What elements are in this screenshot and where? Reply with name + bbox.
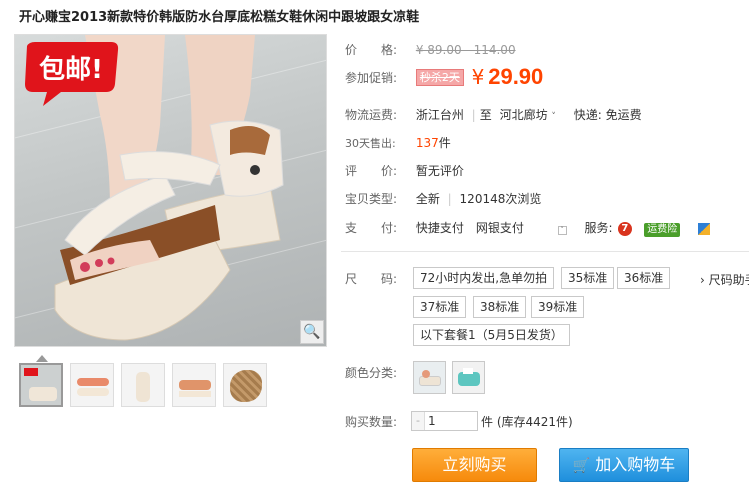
price-label: 价 格: (345, 43, 398, 57)
payment-row: 支 付: 快捷支付 网银支付 ˅ 服务: 7 运费险 (345, 219, 711, 237)
main-product-image[interactable]: 包邮! 🔍 (14, 34, 327, 347)
item-type-label: 宝贝类型: (345, 192, 398, 206)
quantity-input[interactable]: 1 (425, 412, 477, 430)
zoom-icon[interactable]: 🔍 (300, 320, 324, 344)
shipping-insurance-badge[interactable]: 运费险 (644, 223, 681, 237)
sales-label: 30天售出: (345, 137, 396, 150)
quantity-decrease-button[interactable]: - (412, 412, 425, 430)
add-to-cart-label: 加入购物车 (595, 455, 676, 474)
thumbnail-5[interactable] (223, 363, 267, 407)
cart-icon: 🛒 (572, 458, 591, 474)
size-option-4[interactable]: 37标准 (413, 296, 467, 318)
product-title: 开心赚宝2013新款特价韩版防水台厚底松糕女鞋休闲中跟坡跟女凉鞋 (19, 10, 420, 25)
payment-methods: 快捷支付 网银支付 (415, 221, 524, 235)
badge-text: 包邮! (39, 54, 103, 85)
size-option-2[interactable]: 35标准 (561, 267, 615, 289)
expand-icon[interactable]: ˅ (557, 226, 567, 235)
promo-label: 参加促销: (345, 70, 398, 85)
color-swatch-2[interactable] (452, 361, 485, 394)
add-to-cart-button[interactable]: 🛒 加入购物车 (559, 448, 689, 482)
buy-now-button[interactable]: 立刻购买 (412, 448, 537, 482)
size-option-1[interactable]: 72小时内发出,急单勿拍 (413, 267, 555, 289)
rating-row: 评 价: 暂无评价 (345, 162, 464, 179)
shipping-method: 快递: 免运费 (573, 108, 642, 122)
thumbnail-3[interactable] (121, 363, 165, 407)
thumbnail-4[interactable] (172, 363, 216, 407)
size-option-3[interactable]: 36标准 (617, 267, 671, 289)
size-option-6[interactable]: 39标准 (531, 296, 585, 318)
credit-card-icon[interactable] (698, 222, 711, 235)
shipping-to-prefix: 至 (479, 108, 492, 122)
item-condition: 全新 (415, 192, 440, 206)
price-row: 价 格: ¥ 89.00 - 114.00 (345, 41, 516, 58)
size-option-7[interactable]: 以下套餐1（5月5日发货） (413, 324, 570, 346)
free-shipping-badge: 包邮! (25, 42, 119, 106)
quantity-stepper: - 1 (411, 411, 478, 431)
shipping-from: 浙江台州 (415, 108, 464, 122)
thumbnail-2[interactable] (70, 363, 114, 407)
color-swatch-1[interactable] (413, 361, 446, 394)
shipping-label: 物流运费: (345, 108, 398, 122)
original-price: ¥ 89.00 - 114.00 (415, 43, 516, 57)
sales-row: 30天售出: 137件 (345, 134, 451, 151)
rating-label: 评 价: (345, 164, 398, 178)
color-row: 颜色分类: (345, 364, 405, 381)
thumbnail-1[interactable] (19, 363, 63, 407)
arrow-right-icon: › (700, 273, 709, 287)
payment-label: 支 付: (345, 221, 398, 235)
seven-day-return-icon[interactable]: 7 (618, 221, 633, 236)
size-label-row: 尺 码: (345, 270, 405, 287)
view-count: 120148次浏览 (459, 192, 542, 206)
shipping-row: 物流运费: 浙江台州 | 至 河北廊坊 ˅ 快递: 免运费 (345, 108, 642, 122)
service-label: 服务: (584, 221, 613, 235)
shipping-destination[interactable]: 河北廊坊 (500, 108, 548, 122)
color-label: 颜色分类: (345, 366, 398, 380)
sales-count: 137 (415, 136, 439, 150)
rating-value[interactable]: 暂无评价 (416, 164, 464, 178)
sales-unit: 件 (438, 136, 451, 150)
promo-tag: 秒杀2天 (415, 68, 464, 86)
quantity-row: 购买数量: (345, 413, 405, 430)
promo-row: 参加促销: 秒杀2天 ¥ 29.90 (345, 64, 543, 90)
size-guide-link[interactable]: › 尺码助手 (700, 271, 749, 288)
quantity-label: 购买数量: (345, 415, 398, 429)
chevron-down-icon[interactable]: ˅ (551, 112, 556, 122)
promo-price: 29.90 (488, 64, 544, 89)
size-label: 尺 码: (345, 272, 398, 286)
stock-text: 件 (库存4421件) (481, 415, 573, 429)
thumb-pointer-icon (36, 355, 48, 362)
divider (341, 251, 749, 252)
promo-currency: ¥ (471, 65, 485, 89)
thumbnail-strip (19, 363, 274, 407)
item-type-row: 宝贝类型: 全新 | 120148次浏览 (345, 192, 542, 206)
size-option-5[interactable]: 38标准 (473, 296, 527, 318)
